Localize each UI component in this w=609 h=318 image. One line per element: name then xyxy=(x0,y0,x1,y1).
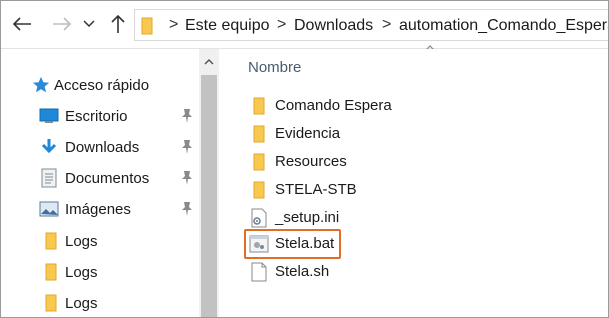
forward-button[interactable] xyxy=(51,11,73,37)
settings-file-icon xyxy=(249,208,269,228)
folder-icon xyxy=(41,232,61,250)
sidebar-item-logs[interactable]: Logs xyxy=(1,289,199,317)
list-item[interactable]: Evidencia xyxy=(245,120,585,147)
download-arrow-icon xyxy=(39,138,59,156)
breadcrumb-este-equipo[interactable]: Este equipo xyxy=(185,17,270,35)
documents-icon xyxy=(39,168,59,188)
folder-icon xyxy=(249,152,269,172)
sidebar-item-logs[interactable]: Logs xyxy=(1,227,199,255)
highlight-box xyxy=(244,229,341,259)
navigation-pane: Acceso rápido Escritorio Downloads Docum… xyxy=(1,49,199,317)
file-name: Resources xyxy=(275,153,347,170)
folder-icon xyxy=(249,124,269,144)
breadcrumb-separator: > xyxy=(277,16,287,33)
navigation-scrollbar[interactable] xyxy=(199,49,219,317)
list-item[interactable]: STELA-STB xyxy=(245,176,585,203)
address-bar[interactable]: > Este equipo > Downloads > automation_C… xyxy=(134,9,608,41)
file-name: Comando Espera xyxy=(275,97,392,114)
pin-icon xyxy=(182,140,192,154)
up-button[interactable] xyxy=(107,11,129,37)
sidebar-item-imagenes[interactable]: Imágenes xyxy=(1,195,199,223)
file-list: Nombre Comando Espera Evidencia Resource… xyxy=(219,49,608,317)
sidebar-item-logs[interactable]: Logs xyxy=(1,258,199,286)
sidebar-item-documentos[interactable]: Documentos xyxy=(1,164,199,192)
recent-locations-button[interactable] xyxy=(81,11,97,37)
back-button[interactable] xyxy=(11,11,33,37)
sidebar-item-label: Acceso rápido xyxy=(54,76,150,94)
pictures-icon xyxy=(39,200,59,218)
folder-icon xyxy=(41,263,61,281)
forward-arrow-icon xyxy=(53,17,72,31)
breadcrumb-downloads[interactable]: Downloads xyxy=(294,17,373,35)
file-name: Stela.sh xyxy=(275,263,330,280)
sidebar-item-escritorio[interactable]: Escritorio xyxy=(1,102,199,130)
sidebar-item-label: Logs xyxy=(65,294,98,312)
file-name: _setup.ini xyxy=(275,209,340,226)
list-item[interactable]: _setup.ini xyxy=(245,204,585,231)
sidebar-item-quick-access[interactable]: Acceso rápido xyxy=(1,71,199,99)
pin-icon xyxy=(182,171,192,185)
sidebar-item-label: Downloads xyxy=(65,138,140,156)
breadcrumb-current-folder[interactable]: automation_Comando_Espera xyxy=(399,17,608,35)
sidebar-item-label: Logs xyxy=(65,232,98,250)
desktop-icon xyxy=(39,107,59,125)
list-item[interactable]: Comando Espera xyxy=(245,92,585,119)
file-name: STELA-STB xyxy=(275,181,357,198)
scroll-up-button[interactable] xyxy=(199,49,219,73)
folder-icon xyxy=(249,180,269,200)
chevron-down-icon xyxy=(83,20,95,28)
chevron-up-icon xyxy=(204,58,214,65)
breadcrumb-separator: > xyxy=(169,16,179,33)
folder-icon xyxy=(41,294,61,312)
pin-icon xyxy=(182,109,192,123)
file-explorer-window: > Este equipo > Downloads > automation_C… xyxy=(0,0,609,318)
list-item[interactable]: Stela.sh xyxy=(245,258,585,285)
breadcrumb-separator: > xyxy=(382,16,392,33)
folder-icon xyxy=(141,17,153,35)
scrollbar-thumb[interactable] xyxy=(201,75,217,317)
pin-icon xyxy=(182,202,192,216)
folder-icon xyxy=(249,96,269,116)
sidebar-item-label: Imágenes xyxy=(65,200,131,218)
list-item[interactable]: Resources xyxy=(245,148,585,175)
navigation-bar: > Este equipo > Downloads > automation_C… xyxy=(1,1,608,49)
sidebar-item-label: Documentos xyxy=(65,169,150,187)
sidebar-item-label: Escritorio xyxy=(65,107,128,125)
file-name: Evidencia xyxy=(275,125,341,142)
back-arrow-icon xyxy=(12,17,31,31)
sidebar-item-downloads[interactable]: Downloads xyxy=(1,133,199,161)
file-icon xyxy=(249,262,269,282)
up-arrow-icon xyxy=(111,14,125,33)
star-icon xyxy=(31,76,51,94)
sidebar-item-label: Logs xyxy=(65,263,98,281)
column-header-name[interactable]: Nombre xyxy=(248,59,301,76)
